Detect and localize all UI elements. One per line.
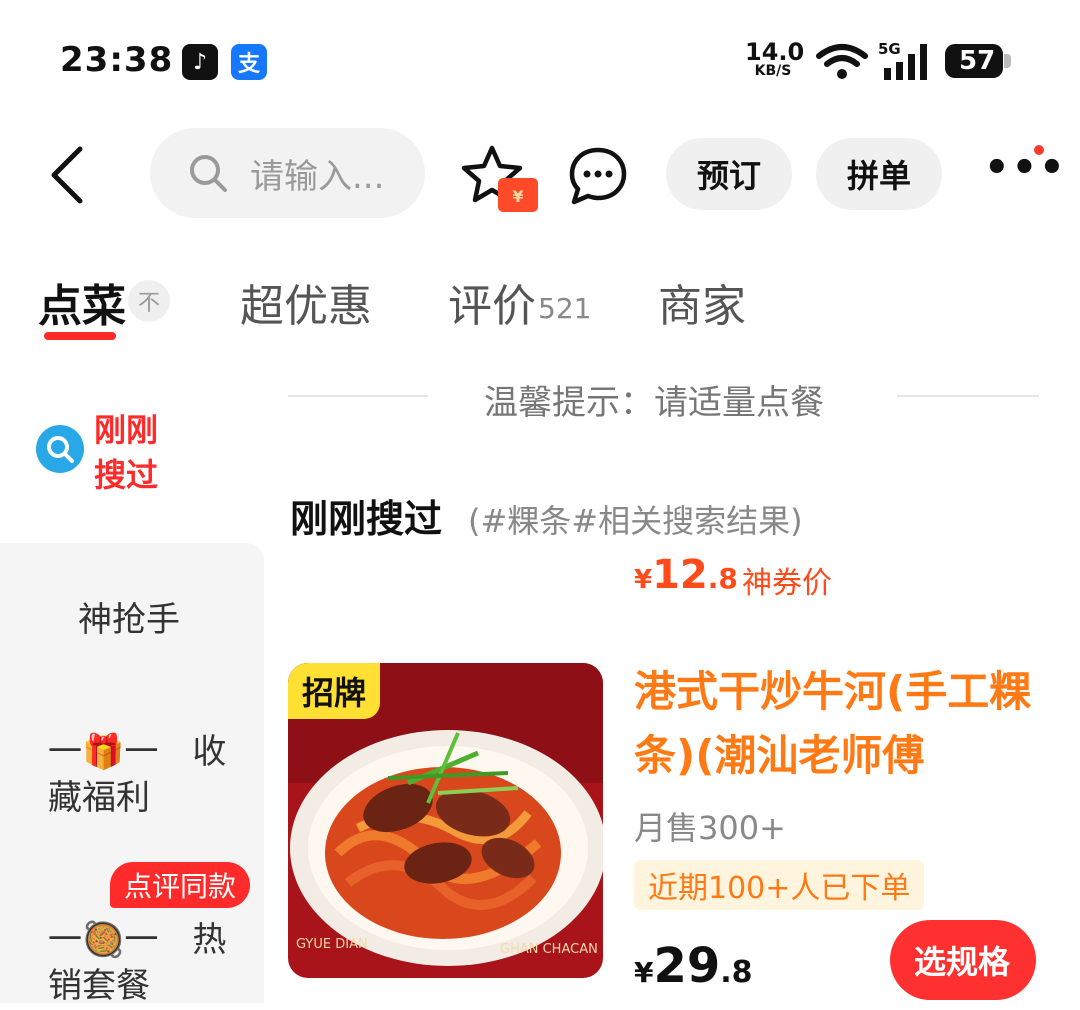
status-time: 23:38 [60,40,174,80]
tab-deals[interactable]: 超优惠 [240,270,372,334]
more-menu-icon[interactable]: ••• [984,148,1067,188]
coupon-price-currency: ¥ [634,565,653,595]
sidebar-item-recent-search[interactable]: 刚刚搜过 [94,408,174,498]
cellular-signal-icon: 5G [878,40,927,80]
coupon-price-integer: 12 [652,552,708,598]
search-bar[interactable]: 请输入... [150,128,425,218]
divider-left [288,395,428,397]
favorite-star-icon[interactable]: ¥ [458,142,544,214]
friendly-tip: 温馨提示：请适量点餐 [484,383,824,423]
network-speed: 14.0 KB/S [745,38,805,79]
reserve-button[interactable]: 预订 [666,138,792,210]
network-speed-value: 14.0 [745,38,805,66]
sidebar-item-favorite-benefits[interactable]: 一🎁一 收藏福利 [48,730,238,822]
plate-text-left: GYUE DIAN [296,937,368,952]
choose-spec-button[interactable]: 选规格 [890,920,1036,1000]
collapse-toggle-icon[interactable]: 不 [128,280,170,322]
group-order-button[interactable]: 拼单 [816,138,942,210]
battery-indicator: 57 [945,44,1003,78]
product-price-integer: 29 [653,938,721,994]
red-packet-symbol: ¥ [512,187,523,206]
network-speed-unit: KB/S [754,63,792,79]
coupon-price: ¥12.8 [634,552,738,598]
alipay-app-icon: 支 [231,44,267,80]
product-price: ¥29.8 [634,938,753,994]
product-name[interactable]: 港式干炒牛河(手工粿条)(潮汕老师傅 [634,660,1044,788]
divider-right [897,395,1039,397]
signature-badge: 招牌 [288,663,381,719]
back-arrow-icon[interactable] [46,145,88,205]
product-price-currency: ¥ [634,956,654,989]
reviews-count: 521 [538,292,592,325]
tab-merchant[interactable]: 商家 [658,270,746,334]
search-placeholder: 请输入... [250,156,385,197]
battery-tip [1004,54,1011,68]
section-title: 刚刚搜过 [290,497,443,541]
signal-5g-label: 5G [878,40,901,58]
recent-search-icon [36,425,84,473]
message-bubble-icon[interactable] [568,146,628,206]
review-same-badge: 点评同款 [110,862,251,908]
notification-dot [1034,145,1044,155]
search-icon [190,155,227,192]
douyin-app-icon: ♪ [182,44,218,80]
sidebar-item-hot-sets[interactable]: 一🥘一 热销套餐 [48,918,238,1010]
recent-orders-tag: 近期100+人已下单 [634,860,925,910]
section-subtitle: (#粿条#相关搜索结果) [468,502,803,540]
wifi-icon [816,44,868,79]
product-price-decimal: .8 [720,955,753,990]
active-tab-underline [44,332,116,340]
coupon-price-label: 神券价 [742,566,832,601]
plate-text-right: GHAN CHACAN [500,942,598,957]
sidebar-item-flash-deals[interactable]: 神抢手 [78,592,180,641]
monthly-sales: 月售300+ [634,809,786,847]
coupon-price-decimal: .8 [707,562,738,595]
tab-reviews[interactable]: 评价 [448,270,536,334]
tab-order[interactable]: 点菜 [38,270,126,334]
